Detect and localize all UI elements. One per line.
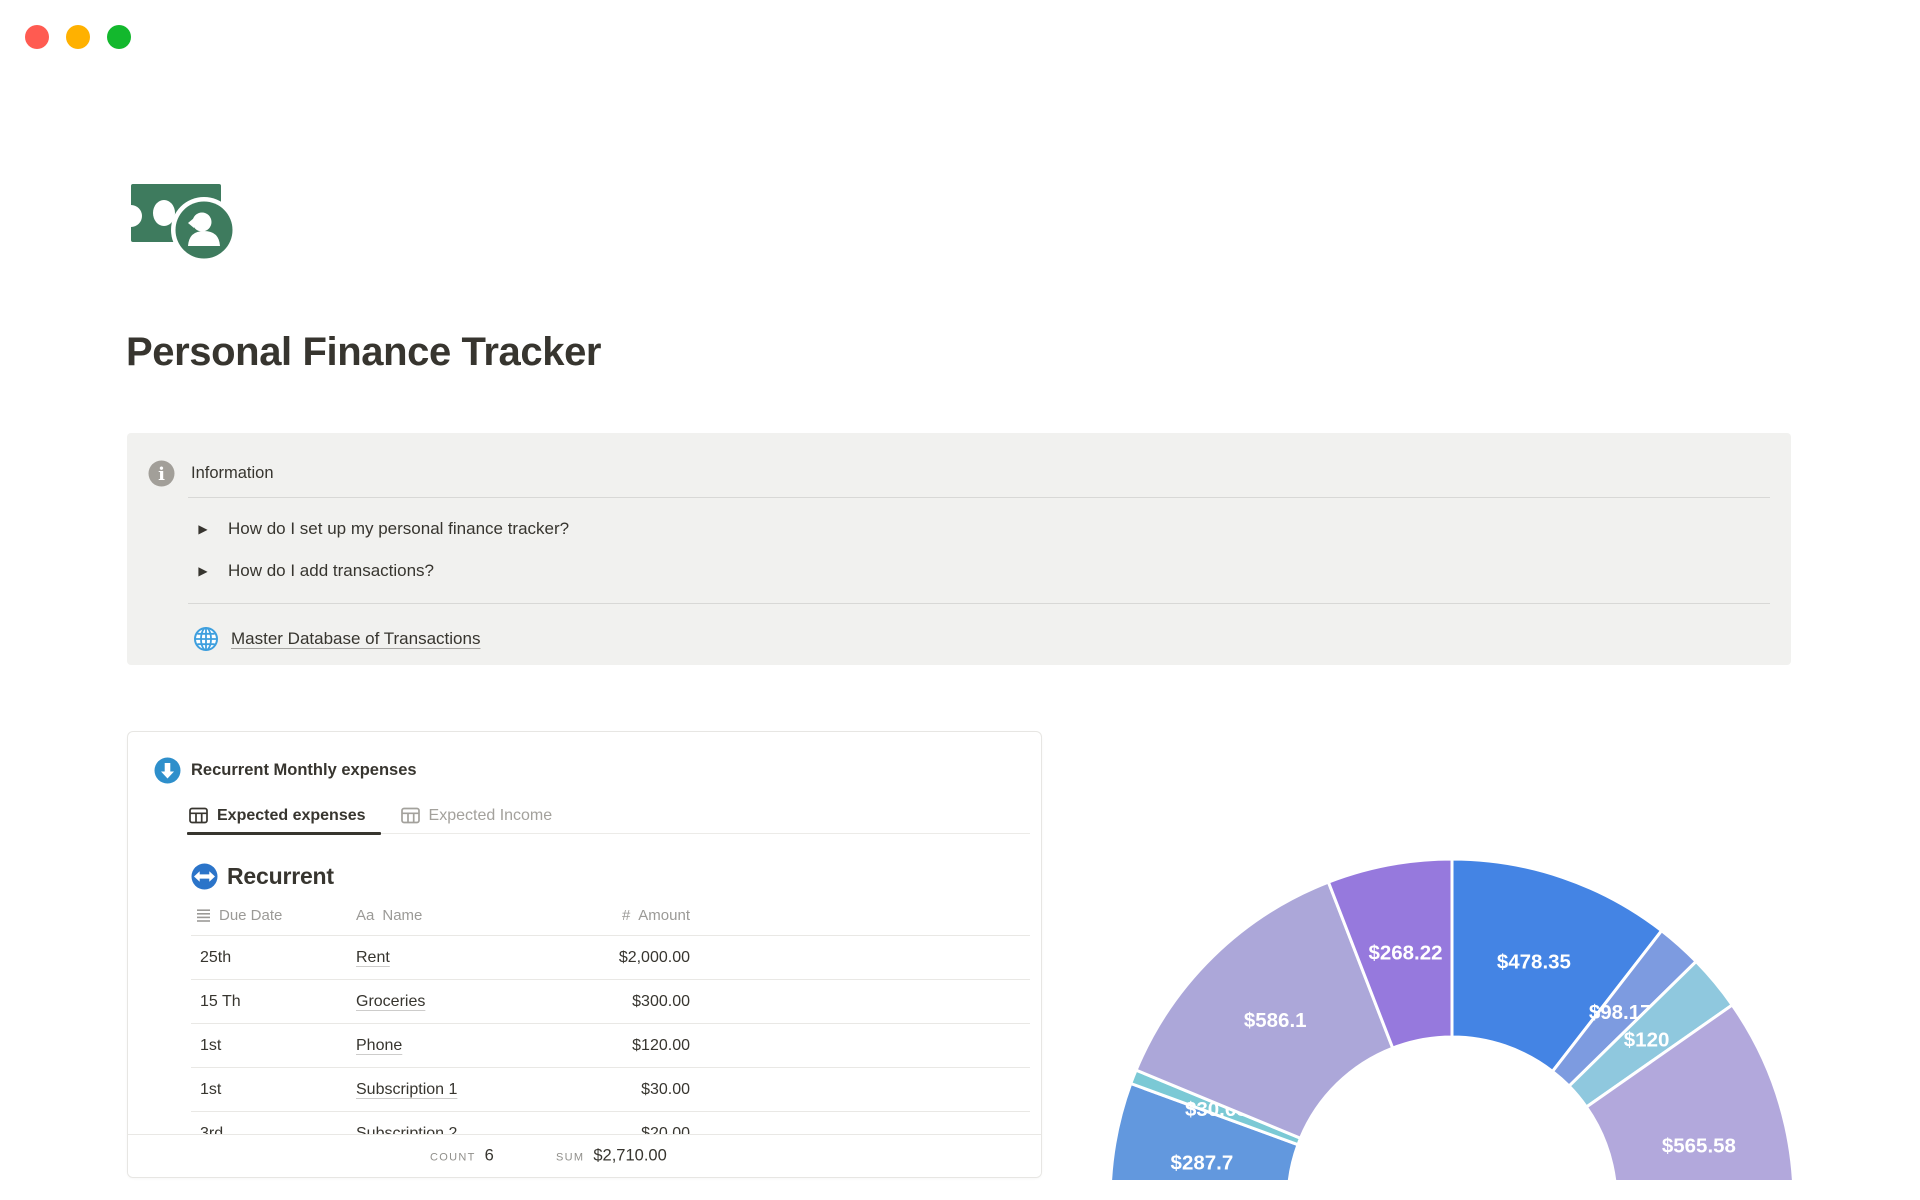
- sum-value: $2,710.00: [593, 1146, 667, 1165]
- divider: [188, 497, 1770, 498]
- card-title: Recurrent Monthly expenses: [191, 761, 417, 779]
- column-label: Name: [382, 906, 423, 924]
- down-arrow-icon: [154, 757, 181, 784]
- toggle-add-transactions-question[interactable]: ▶ How do I add transactions?: [195, 561, 434, 581]
- amount-cell: $300.00: [632, 992, 690, 1010]
- column-label: Amount: [638, 906, 690, 924]
- callout-title: Information: [191, 464, 274, 482]
- table-icon: [189, 807, 208, 824]
- chart-segment-label: $565.58: [1662, 1135, 1736, 1158]
- table-row[interactable]: 25th Rent $2,000.00: [191, 936, 1030, 980]
- window-controls: [25, 25, 131, 49]
- zoom-button[interactable]: [107, 25, 131, 49]
- count-aggregate[interactable]: COUNT 6: [430, 1147, 494, 1166]
- chart-segment-label: $478.35: [1497, 951, 1571, 974]
- chart-segment-label: $287.7: [1171, 1152, 1234, 1175]
- card-header: Recurrent Monthly expenses: [154, 757, 417, 784]
- toggle-triangle-icon[interactable]: ▶: [195, 522, 211, 536]
- tab-expected-expenses[interactable]: Expected expenses: [187, 798, 381, 835]
- close-button[interactable]: [25, 25, 49, 49]
- master-database-link[interactable]: Master Database of Transactions: [193, 626, 480, 652]
- toggle-label: How do I set up my personal finance trac…: [228, 519, 570, 538]
- page-title: Personal Finance Tracker: [126, 330, 602, 374]
- amount-cell: $30.00: [641, 1080, 690, 1098]
- table-column-headers: Due Date Aa Name # Amount: [191, 897, 690, 933]
- tab-expected-income[interactable]: Expected Income: [399, 798, 568, 833]
- table-icon: [400, 807, 420, 824]
- money-banknote-with-coin-icon: [120, 184, 237, 263]
- name-cell-link[interactable]: Rent: [356, 949, 390, 966]
- column-label: Due Date: [219, 906, 283, 924]
- title-icon: Aa: [356, 906, 375, 924]
- chart-segment-label: $586.1: [1244, 1009, 1307, 1032]
- chart-segment-label: $120: [1624, 1028, 1670, 1051]
- table-rows: 25th Rent $2,000.00 15 Th Groceries $300…: [191, 936, 1030, 1156]
- number-icon: #: [621, 906, 631, 924]
- divider: [188, 603, 1770, 604]
- expenses-donut-chart: $287.7$30.68$586.1$268.22 $478.35$98.17$1…: [1109, 857, 1795, 1180]
- database-heading: Recurrent: [191, 863, 334, 890]
- tab-label: Expected Income: [428, 806, 553, 824]
- due-date-cell: 15 Th: [200, 992, 241, 1010]
- chart-segment-label: $268.22: [1368, 941, 1442, 964]
- globe-icon: [194, 627, 218, 651]
- information-icon: i: [148, 460, 175, 487]
- due-date-cell: 25th: [200, 948, 232, 966]
- column-header-name[interactable]: Aa Name: [356, 907, 533, 924]
- name-cell-link[interactable]: Groceries: [356, 993, 425, 1010]
- column-header-due-date[interactable]: Due Date: [191, 907, 356, 924]
- sum-label: SUM: [556, 1151, 585, 1164]
- information-callout: i Information ▶ How do I set up my perso…: [127, 433, 1791, 665]
- recurrent-expenses-card: Recurrent Monthly expenses Expected expe…: [127, 731, 1042, 1178]
- amount-cell: $2,000.00: [618, 948, 690, 966]
- master-database-link-label: Master Database of Transactions: [231, 629, 481, 648]
- database-title: Recurrent: [227, 863, 334, 889]
- count-label: COUNT: [430, 1151, 476, 1164]
- table-row[interactable]: 1st Subscription 1 $30.00: [191, 1068, 1030, 1112]
- callout-header: i Information: [148, 460, 274, 487]
- text-lines-icon: [197, 908, 210, 922]
- table-row[interactable]: 15 Th Groceries $300.00: [191, 980, 1030, 1024]
- due-date-cell: 1st: [200, 1080, 222, 1098]
- name-cell-link[interactable]: Subscription 1: [356, 1081, 457, 1098]
- left-right-arrow-icon: [191, 863, 218, 890]
- due-date-cell: 1st: [200, 1036, 222, 1054]
- database-view-tabs: Expected expenses Expected Income: [187, 798, 1030, 835]
- toggle-setup-question[interactable]: ▶ How do I set up my personal finance tr…: [195, 519, 569, 539]
- count-value: 6: [484, 1146, 494, 1165]
- toggle-triangle-icon[interactable]: ▶: [195, 564, 211, 578]
- page-icon-money-emoji[interactable]: [120, 180, 238, 270]
- column-header-amount[interactable]: # Amount: [533, 907, 690, 924]
- sum-aggregate[interactable]: SUM $2,710.00: [556, 1147, 667, 1166]
- minimize-button[interactable]: [66, 25, 90, 49]
- table-aggregate-footer: COUNT 6 SUM $2,710.00: [128, 1134, 1041, 1177]
- toggle-label: How do I add transactions?: [228, 561, 435, 580]
- name-cell-link[interactable]: Phone: [356, 1037, 402, 1054]
- table-row[interactable]: 1st Phone $120.00: [191, 1024, 1030, 1068]
- svg-text:i: i: [158, 464, 165, 485]
- amount-cell: $120.00: [632, 1036, 690, 1054]
- tab-label: Expected expenses: [217, 806, 366, 824]
